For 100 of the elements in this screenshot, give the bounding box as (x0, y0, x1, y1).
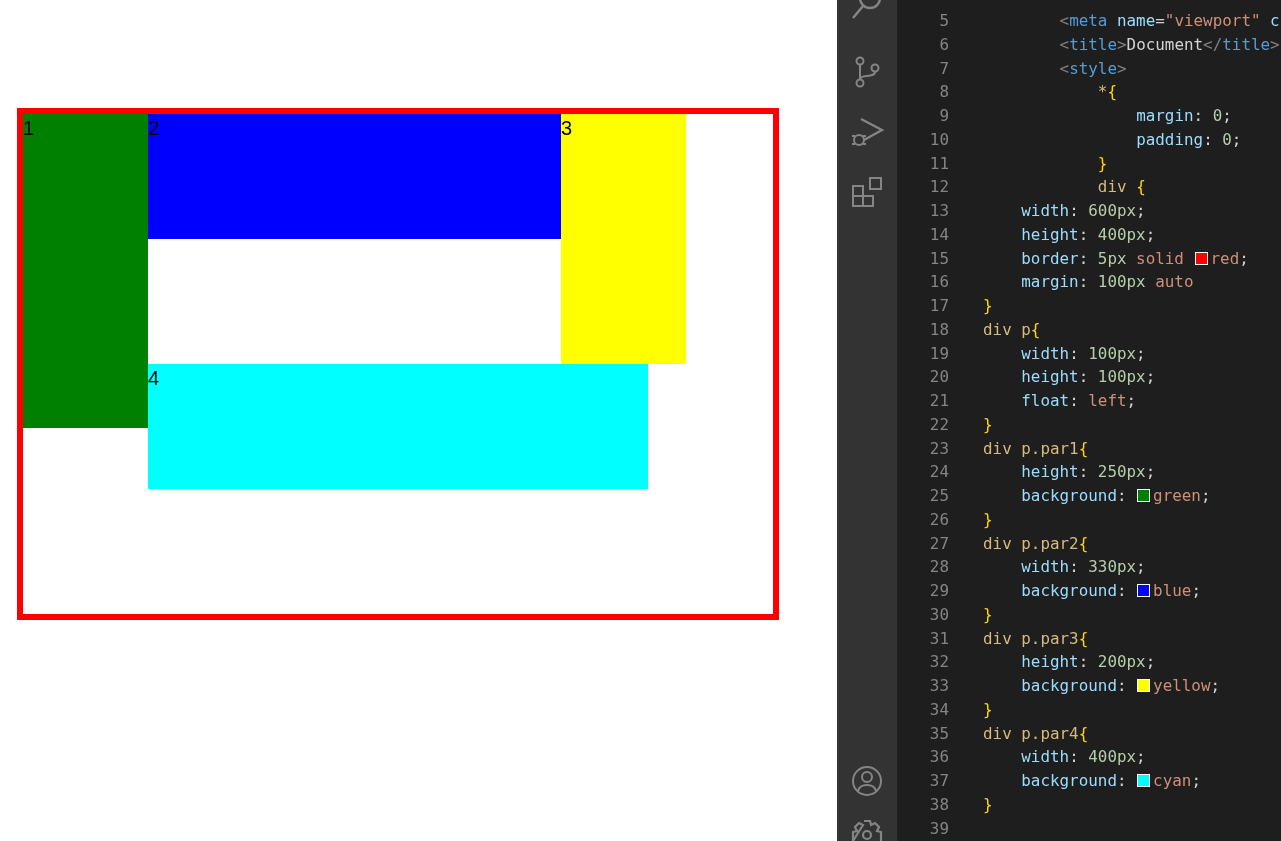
code-token: Document (1126, 33, 1204, 56)
code-token: 250px (1097, 461, 1146, 484)
code-token: background (1021, 485, 1117, 507)
numbered-block: 1 (23, 114, 148, 428)
code-token: 0 (1222, 128, 1232, 151)
code-token: div (1097, 176, 1128, 199)
line-number: 39 (928, 817, 949, 840)
code-token: yellow (1153, 675, 1211, 697)
code-token: 330px (1088, 556, 1137, 579)
code-token: : (1069, 342, 1080, 365)
code-token: ; (1191, 770, 1201, 792)
code-token: : (1116, 675, 1128, 697)
code-token: < (1059, 10, 1070, 32)
code-token: : (1078, 366, 1090, 389)
color-swatch-icon[interactable] (1137, 679, 1151, 693)
code-token: height (1021, 651, 1079, 674)
code-token: : (1116, 770, 1128, 792)
code-token: 100px (1088, 342, 1137, 365)
account-icon[interactable] (851, 765, 883, 797)
color-swatch-icon[interactable] (1137, 489, 1151, 503)
line-number: 33 (928, 675, 949, 697)
line-number: 36 (928, 746, 949, 769)
code-token: border (1021, 247, 1079, 270)
code-token: title (1069, 33, 1117, 56)
code-token: : (1203, 128, 1214, 151)
code-token: div p.par1 (983, 437, 1079, 460)
code-token: : (1116, 485, 1128, 507)
code-token: ; (1145, 223, 1156, 246)
color-swatch-icon[interactable] (1194, 251, 1208, 265)
numbered-block: 3 (561, 114, 686, 364)
line-number: 9 (938, 105, 949, 127)
code-token: } (983, 793, 993, 816)
code-token: > (1117, 33, 1127, 56)
code-token: 200px (1097, 651, 1146, 674)
code-token: < (1059, 57, 1070, 80)
code-token: { (1078, 437, 1089, 460)
code-token: width (1021, 556, 1070, 579)
line-number: 24 (928, 461, 949, 484)
code-token: 100px (1097, 366, 1146, 389)
code-token: { (1078, 722, 1089, 745)
code-token: : (1193, 105, 1205, 127)
line-number: 16 (928, 271, 949, 294)
line-number: 19 (928, 342, 949, 365)
line-number: 11 (928, 152, 949, 175)
code-token: * (1097, 81, 1108, 104)
code-token: green (1153, 485, 1201, 507)
code-token: } (983, 698, 993, 721)
code-token: : (1078, 247, 1090, 270)
code-token: : (1069, 390, 1080, 412)
code-token: div p (983, 318, 1031, 341)
code-token: ; (1145, 651, 1156, 674)
code-token: : (1069, 746, 1080, 769)
line-number: 10 (928, 128, 949, 151)
code-token: } (983, 508, 993, 531)
code-token: 100px (1097, 271, 1146, 294)
color-swatch-icon[interactable] (1137, 774, 1151, 788)
code-token: ; (1136, 342, 1146, 365)
code-token: div p.par4 (983, 722, 1079, 745)
line-number: 34 (928, 698, 949, 721)
code-token: margin (1021, 271, 1079, 294)
code-token: } (983, 603, 993, 626)
code-token: padding (1136, 128, 1204, 151)
line-number: 35 (928, 722, 949, 745)
extensions-icon[interactable] (851, 176, 883, 208)
code-token: ; (1231, 128, 1242, 151)
code-token: ; (1136, 746, 1146, 769)
code-token: width (1021, 746, 1070, 769)
code-token: { (1107, 81, 1117, 104)
code-token: ; (1200, 485, 1211, 507)
code-token: background (1021, 675, 1117, 697)
code-token: title (1222, 33, 1271, 56)
code-token: div p.par3 (983, 627, 1079, 650)
code-token: cyan (1153, 770, 1192, 792)
code-token: margin (1136, 105, 1194, 127)
line-number: 29 (928, 580, 949, 602)
code-token: : (1069, 200, 1080, 222)
code-token: < (1059, 33, 1070, 56)
code-token: { (1078, 627, 1089, 650)
line-number: 20 (928, 366, 949, 389)
code-token: </ (1203, 33, 1223, 56)
numbered-block: 2 (148, 114, 561, 239)
settings-icon[interactable] (851, 819, 883, 841)
code-token: 400px (1088, 746, 1137, 769)
code-token: ; (1145, 461, 1156, 484)
line-number: 15 (928, 247, 949, 270)
code-token: width (1021, 342, 1070, 365)
line-number: 5 (938, 10, 949, 32)
code-token: width (1021, 200, 1070, 222)
code-token: : (1078, 223, 1090, 246)
line-number: 21 (928, 390, 949, 412)
code-token: "viewport" (1164, 10, 1261, 32)
code-token: ; (1145, 366, 1156, 389)
code-token: ; (1191, 580, 1201, 602)
code-token: auto (1154, 271, 1194, 294)
code-token: : (1116, 580, 1128, 602)
line-number: 18 (928, 318, 949, 341)
line-number: 12 (928, 176, 949, 199)
code-token: > (1270, 33, 1280, 56)
run-debug-icon[interactable] (850, 116, 884, 148)
color-swatch-icon[interactable] (1137, 584, 1151, 598)
